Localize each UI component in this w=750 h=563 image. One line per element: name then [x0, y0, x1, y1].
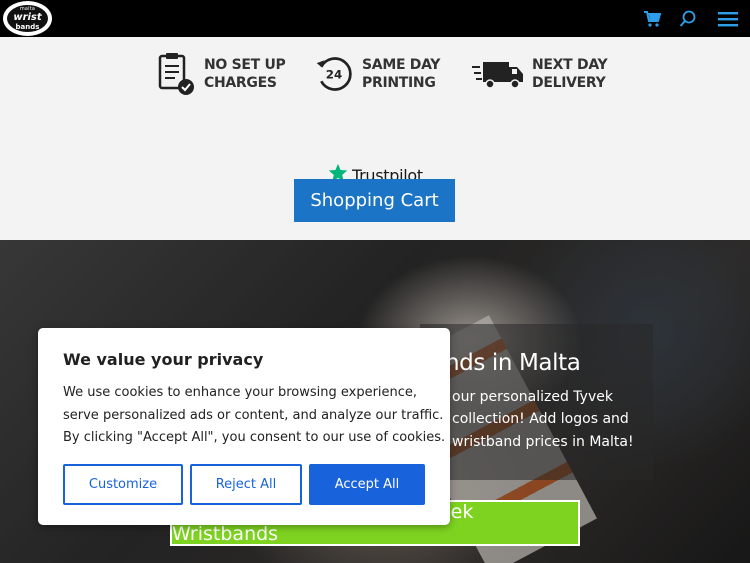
feature-line: NO SET UP: [204, 57, 286, 73]
feature-line: SAME DAY: [362, 57, 441, 73]
feature-no-setup-text: NO SET UP CHARGES: [204, 56, 286, 92]
features-band: NO SET UP CHARGES 24 SAME DAY PRINTING N…: [0, 37, 750, 240]
site-logo[interactable]: malta wrist bands: [3, 1, 52, 36]
feature-next-day-text: NEXT DAY DELIVERY: [532, 56, 608, 92]
cookie-text-line: By clicking "Accept All", you consent to…: [63, 430, 446, 445]
cookie-title: We value your privacy: [63, 350, 264, 369]
cart-icon[interactable]: [642, 9, 662, 29]
shopping-cart-button[interactable]: Shopping Cart: [294, 179, 455, 222]
delivery-truck-icon: [472, 54, 524, 94]
feature-next-day: NEXT DAY DELIVERY: [472, 51, 608, 97]
hero-text-line: our personalized Tyvek: [452, 389, 613, 405]
hero-text-line: wristband prices in Malta!: [452, 434, 634, 450]
24-hour-clock-icon: 24: [314, 54, 354, 94]
menu-icon[interactable]: [718, 9, 738, 29]
search-icon[interactable]: [678, 9, 698, 29]
logo-text-main: wrist: [13, 11, 42, 23]
feature-same-day: 24 SAME DAY PRINTING: [314, 51, 440, 97]
feature-line: DELIVERY: [532, 75, 606, 91]
cookie-consent-dialog: We value your privacy We use cookies to …: [38, 328, 450, 525]
hero-text-line: collection! Add logos and: [452, 411, 629, 427]
feature-line: NEXT DAY: [532, 57, 608, 73]
feature-same-day-text: SAME DAY PRINTING: [362, 56, 440, 92]
feature-line: CHARGES: [204, 75, 277, 91]
cookie-text-line: serve personalized ads or content, and a…: [63, 408, 444, 423]
reject-all-button[interactable]: Reject All: [190, 464, 302, 505]
logo-badge: malta wrist bands: [7, 5, 48, 32]
logo-text-bottom: bands: [15, 22, 40, 31]
site-header: malta wrist bands: [0, 0, 750, 37]
feature-no-setup: NO SET UP CHARGES: [156, 51, 286, 97]
cookie-text-line: We use cookies to enhance your browsing …: [63, 385, 418, 400]
svg-text:24: 24: [326, 68, 342, 82]
feature-line: PRINTING: [362, 75, 436, 91]
checklist-icon: [156, 53, 196, 95]
customize-button[interactable]: Customize: [63, 464, 183, 505]
logo-text-top: malta: [19, 5, 36, 12]
accept-all-button[interactable]: Accept All: [309, 464, 425, 505]
hero-title: nds in Malta: [445, 350, 581, 376]
